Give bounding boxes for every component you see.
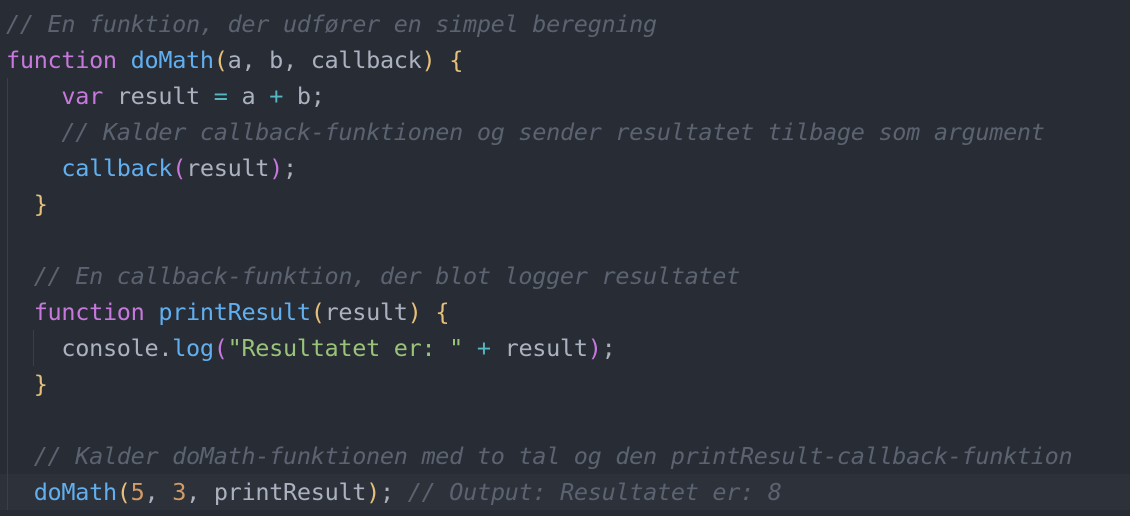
comment: // En funktion, der udfører en simpel be… [6, 10, 657, 38]
keyword-function: function [33, 298, 145, 326]
call-callback: callback [61, 154, 173, 182]
method-log: log [172, 334, 214, 362]
indent-guide [7, 330, 8, 366]
comment-output: // Output: Resultatet er: 8 [407, 478, 782, 506]
code-line-9: function printResult(result) { [0, 294, 1130, 330]
indent-guide [7, 150, 8, 186]
comment: // Kalder doMath-funktionen med to tal o… [33, 442, 1073, 470]
operator-assign: = [213, 82, 228, 110]
code-line-1: // En funktion, der udfører en simpel be… [0, 6, 1130, 42]
number-literal: 5 [130, 478, 145, 506]
keyword-var: var [61, 82, 103, 110]
function-name-domath: doMath [130, 46, 214, 74]
operator-plus: + [269, 82, 284, 110]
variable-result: result [116, 82, 200, 110]
indent-guide [7, 402, 8, 438]
paren-open: ( [213, 46, 228, 74]
code-line-12 [0, 402, 1130, 438]
brace-open: { [435, 298, 450, 326]
paren-open: ( [172, 154, 187, 182]
code-line-6: } [0, 186, 1130, 222]
argument-printresult: printResult [213, 478, 367, 506]
indent-guide [7, 114, 8, 150]
operand-b: b; [296, 82, 325, 110]
parameter-result: result [324, 298, 408, 326]
code-line-13: // Kalder doMath-funktionen med to tal o… [0, 438, 1130, 474]
indent-guide [7, 186, 8, 222]
brace-close: } [33, 190, 48, 218]
code-line-14-current[interactable]: doMath(5, 3, printResult); // Output: Re… [0, 474, 1130, 510]
string-literal: "Resultatet er: " [227, 334, 464, 362]
argument-result: result [186, 154, 270, 182]
paren-close: ) [421, 46, 436, 74]
indent-guide [7, 438, 8, 474]
argument-result: result [504, 334, 588, 362]
code-editor[interactable]: // En funktion, der udfører en simpel be… [0, 6, 1130, 510]
code-line-5: callback(result); [0, 150, 1130, 186]
comma: , [186, 478, 200, 506]
paren-open: ( [213, 334, 228, 362]
indent-guide [7, 366, 8, 402]
number-literal: 3 [172, 478, 187, 506]
paren-close: ) [269, 154, 284, 182]
parameter-list: a, b, callback [227, 46, 422, 74]
call-domath: doMath [33, 478, 117, 506]
paren-close: ) [407, 298, 422, 326]
operator-plus: + [476, 334, 491, 362]
indent-guide [7, 474, 8, 510]
comment: // En callback-funktion, der blot logger… [33, 262, 741, 290]
semicolon: ; [601, 334, 616, 362]
paren-close: ) [366, 478, 381, 506]
semicolon: ; [380, 478, 394, 506]
indent-guide [7, 294, 8, 330]
code-line-3: var result = a + b; [0, 78, 1130, 114]
semicolon: ; [283, 154, 297, 182]
code-line-8: // En callback-funktion, der blot logger… [0, 258, 1130, 294]
code-line-11: } [0, 366, 1130, 402]
brace-open: { [449, 46, 464, 74]
comma: , [144, 478, 159, 506]
operand-a: a [241, 82, 256, 110]
indent-guide [7, 222, 8, 258]
indent-guide [7, 258, 8, 294]
paren-close: ) [587, 334, 602, 362]
code-line-7 [0, 222, 1130, 258]
brace-close: } [33, 370, 48, 398]
object-console: console. [61, 334, 173, 362]
paren-open: ( [310, 298, 325, 326]
function-name-printresult: printResult [158, 298, 311, 326]
code-line-10: console.log("Resultatet er: " + result); [0, 330, 1130, 366]
code-line-4: // Kalder callback-funktionen og sender … [0, 114, 1130, 150]
comment: // Kalder callback-funktionen og sender … [61, 118, 1045, 146]
code-line-2: function doMath(a, b, callback) { [0, 42, 1130, 78]
keyword-function: function [6, 46, 117, 74]
paren-open: ( [116, 478, 131, 506]
indent-guide [33, 330, 34, 366]
indent-guide [7, 78, 8, 114]
